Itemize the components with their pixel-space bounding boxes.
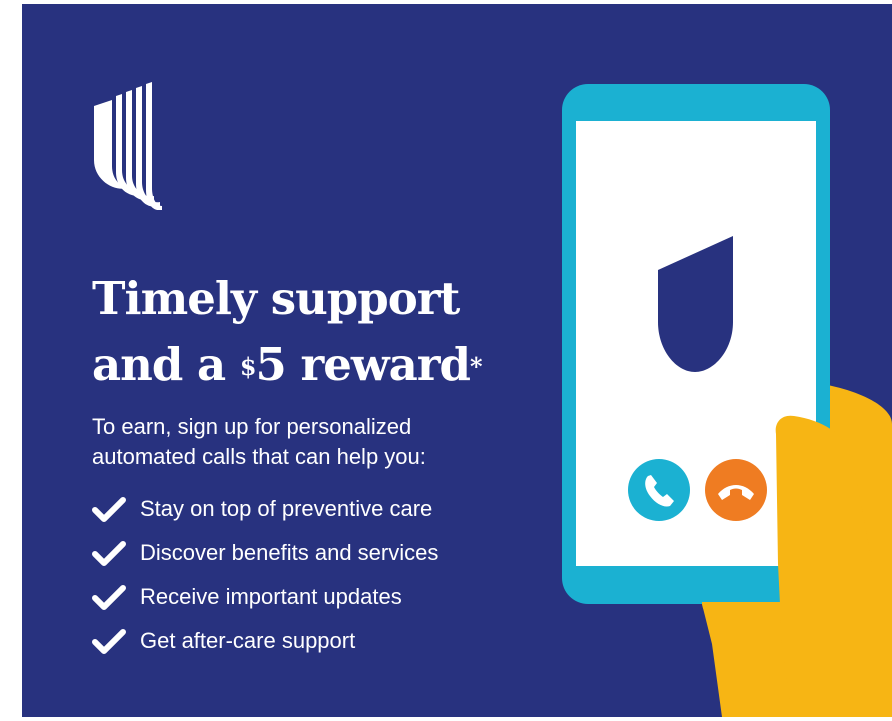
- hand-finger: [702, 602, 782, 620]
- phone-illustration: [562, 84, 892, 717]
- promo-card: Timely support and a $5 reward* To earn,…: [22, 4, 892, 717]
- decline-call-button: [705, 459, 767, 521]
- accept-call-button: [628, 459, 690, 521]
